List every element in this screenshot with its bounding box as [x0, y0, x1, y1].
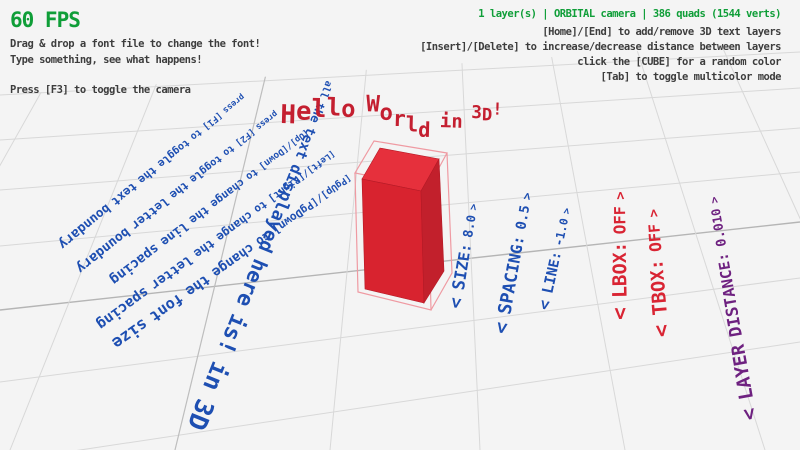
camera-toggle-hint: Press [F3] to toggle the camera	[10, 84, 190, 96]
type-hint: Type something, see what happens!	[10, 54, 202, 66]
render-status: 1 layer(s) | ORBITAL camera | 386 quads …	[478, 8, 781, 20]
layer-distance-hint: [Insert]/[Delete] to increase/decrease d…	[420, 41, 781, 53]
font-demo-viewport[interactable]: press [F1] to toggle the text boundary p…	[0, 0, 800, 450]
cube-faces	[362, 148, 444, 303]
hello-world-3d-text: Hello World in 3D!	[280, 90, 502, 122]
multicolor-hint: [Tab] to toggle multicolor mode	[601, 71, 781, 83]
cube-color-hint: click the [CUBE] for a random color	[577, 56, 781, 68]
fps-counter: 60 FPS	[10, 8, 80, 32]
layers-hint: [Home]/[End] to add/remove 3D text layer…	[542, 26, 781, 38]
drag-drop-hint: Drag & drop a font file to change the fo…	[10, 38, 260, 50]
